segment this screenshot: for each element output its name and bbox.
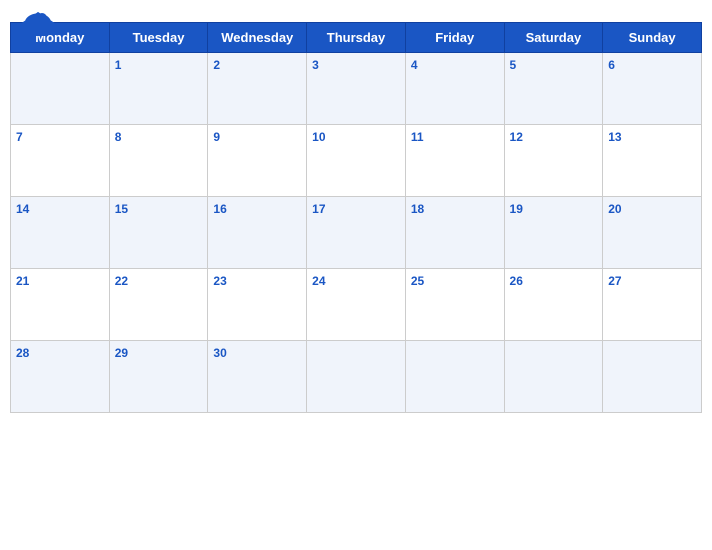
date-number: 7 [16,130,23,144]
date-number: 9 [213,130,220,144]
calendar-week-row: 1 2 3 4 5 6 [11,53,702,125]
calendar-cell: 4 [405,53,504,125]
weekday-header-friday: Friday [405,23,504,53]
weekday-header-sunday: Sunday [603,23,702,53]
calendar-week-row: 14 15 16 17 18 19 20 [11,197,702,269]
date-number: 5 [510,58,517,72]
weekday-header-saturday: Saturday [504,23,603,53]
date-number: 4 [411,58,418,72]
calendar-cell [11,53,110,125]
calendar-cell: 30 [208,341,307,413]
calendar-cell: 15 [109,197,208,269]
date-number: 25 [411,274,424,288]
date-number: 6 [608,58,615,72]
date-number: 14 [16,202,29,216]
calendar-cell: 9 [208,125,307,197]
calendar-cell: 11 [405,125,504,197]
logo-icon [20,10,56,38]
calendar-cell: 14 [11,197,110,269]
calendar-cell: 28 [11,341,110,413]
calendar-cell: 16 [208,197,307,269]
calendar-cell [307,341,406,413]
calendar-cell: 10 [307,125,406,197]
date-number: 26 [510,274,523,288]
date-number: 23 [213,274,226,288]
date-number: 29 [115,346,128,360]
calendar-cell: 18 [405,197,504,269]
weekday-header-row: MondayTuesdayWednesdayThursdayFridaySatu… [11,23,702,53]
calendar-week-row: 28 29 30 [11,341,702,413]
date-number: 13 [608,130,621,144]
calendar-cell: 1 [109,53,208,125]
weekday-header-thursday: Thursday [307,23,406,53]
calendar-cell: 24 [307,269,406,341]
calendar-header [0,0,712,18]
calendar-cell: 19 [504,197,603,269]
calendar-cell: 6 [603,53,702,125]
date-number: 19 [510,202,523,216]
date-number: 1 [115,58,122,72]
calendar-cell: 22 [109,269,208,341]
date-number: 16 [213,202,226,216]
calendar-cell: 21 [11,269,110,341]
logo [20,10,56,38]
date-number: 27 [608,274,621,288]
weekday-header-tuesday: Tuesday [109,23,208,53]
calendar-cell: 27 [603,269,702,341]
calendar-cell: 12 [504,125,603,197]
calendar-table: MondayTuesdayWednesdayThursdayFridaySatu… [10,22,702,413]
calendar-cell: 23 [208,269,307,341]
date-number: 21 [16,274,29,288]
calendar-cell: 29 [109,341,208,413]
date-number: 15 [115,202,128,216]
date-number: 8 [115,130,122,144]
date-number: 24 [312,274,325,288]
date-number: 10 [312,130,325,144]
calendar-cell: 8 [109,125,208,197]
date-number: 11 [411,130,424,144]
date-number: 30 [213,346,226,360]
calendar-cell: 3 [307,53,406,125]
calendar-cell: 5 [504,53,603,125]
date-number: 28 [16,346,29,360]
calendar-cell [504,341,603,413]
calendar-cell: 20 [603,197,702,269]
calendar-cell: 25 [405,269,504,341]
calendar-cell [405,341,504,413]
weekday-header-wednesday: Wednesday [208,23,307,53]
calendar-week-row: 7 8 9 10 11 12 13 [11,125,702,197]
date-number: 17 [312,202,325,216]
date-number: 22 [115,274,128,288]
calendar-cell: 2 [208,53,307,125]
date-number: 12 [510,130,523,144]
calendar-cell: 13 [603,125,702,197]
calendar-cell: 7 [11,125,110,197]
calendar-week-row: 21 22 23 24 25 26 27 [11,269,702,341]
calendar-cell: 17 [307,197,406,269]
calendar-cell [603,341,702,413]
date-number: 3 [312,58,319,72]
date-number: 2 [213,58,220,72]
calendar-cell: 26 [504,269,603,341]
date-number: 18 [411,202,424,216]
date-number: 20 [608,202,621,216]
